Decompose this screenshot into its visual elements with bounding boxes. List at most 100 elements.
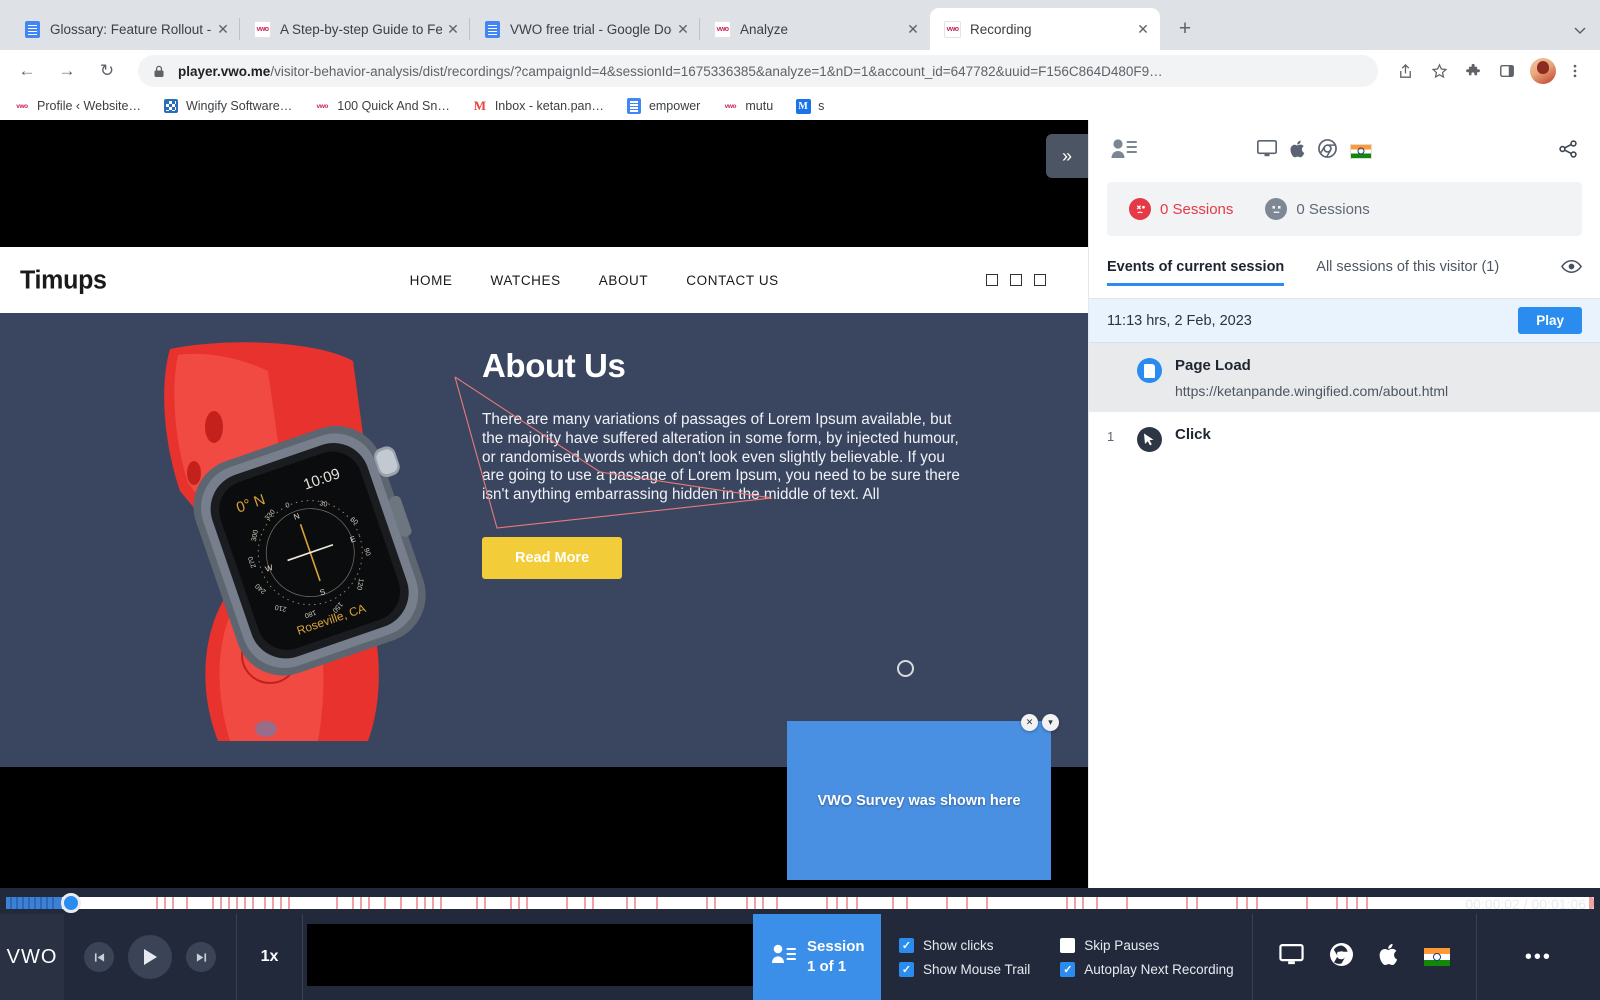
kebab-menu-icon[interactable]: [1560, 56, 1590, 86]
bookmark-label: mutu: [745, 99, 774, 113]
checkbox-checked-icon[interactable]: ✓: [1060, 961, 1076, 977]
vwo-survey-placeholder[interactable]: ✕ ▾ VWO Survey was shown here: [787, 714, 1059, 880]
event-body: Page Load https://ketanpande.wingified.c…: [1175, 357, 1448, 399]
vwo-icon: vwo: [714, 20, 731, 38]
option-label: Skip Pauses: [1084, 937, 1160, 953]
browser-tab-1[interactable]: vwo A Step-by-step Guide to Featu ✕: [239, 8, 470, 50]
dead-click-face-icon: [1265, 198, 1288, 220]
checkbox-unchecked-icon[interactable]: [1060, 937, 1076, 953]
reload-icon[interactable]: ↻: [90, 54, 124, 88]
playback-cursor-icon: [897, 660, 914, 677]
vwo-logo: VWO: [0, 914, 64, 1000]
bookmark-star-icon[interactable]: [1424, 56, 1454, 86]
option-show-clicks[interactable]: ✓ Show clicks: [899, 937, 1030, 953]
missing-glyph-icon[interactable]: [1034, 274, 1046, 286]
timeline-handle[interactable]: [61, 893, 81, 913]
tab-events-current-session[interactable]: Events of current session: [1107, 259, 1290, 286]
new-tab-button[interactable]: +: [1170, 14, 1200, 44]
session-play-button[interactable]: Play: [1518, 307, 1582, 334]
apple-icon[interactable]: [1379, 943, 1398, 971]
close-icon[interactable]: ✕: [1132, 18, 1154, 40]
missing-glyph-icon[interactable]: [1010, 274, 1022, 286]
vwo-icon: vwo: [254, 20, 271, 38]
site-hero: 0° N 10:09 N E S W 0 30 60 90 120 150 18…: [0, 313, 1088, 767]
option-autoplay-next-recording[interactable]: ✓ Autoplay Next Recording: [1060, 961, 1234, 977]
option-show-mouse-trail[interactable]: ✓ Show Mouse Trail: [899, 961, 1030, 977]
session-details-sidebar: 0 Sessions 0 Sessions Events of current …: [1088, 120, 1600, 888]
session-visitor-icon: [771, 942, 797, 973]
site-nav-home[interactable]: HOME: [410, 273, 453, 288]
option-skip-pauses[interactable]: Skip Pauses: [1060, 937, 1233, 953]
event-title: Page Load: [1175, 357, 1251, 374]
india-flag-icon[interactable]: [1423, 948, 1450, 966]
event-number: 1: [1107, 429, 1115, 444]
tab-all-sessions[interactable]: All sessions of this visitor (1): [1316, 259, 1505, 286]
site-nav-about[interactable]: ABOUT: [599, 273, 649, 288]
browser-toolbar: ← → ↻ player.vwo.me/visitor-behavior-ana…: [0, 50, 1600, 92]
checkbox-checked-icon[interactable]: ✓: [899, 961, 914, 977]
chevron-down-icon[interactable]: [1572, 22, 1588, 38]
browser-tab-2[interactable]: VWO free trial - Google Docs ✕: [469, 8, 700, 50]
bookmark-item[interactable]: M Inbox - ketan.pan…: [472, 98, 604, 114]
checkbox-checked-icon[interactable]: ✓: [899, 937, 914, 953]
browser-tab-0[interactable]: Glossary: Feature Rollout - Go ✕: [10, 8, 240, 50]
browser-tab-4[interactable]: vwo Recording ✕: [930, 8, 1160, 50]
chrome-icon[interactable]: [1329, 943, 1353, 971]
player-options: ✓ Show clicks ✓ Show Mouse Trail Skip Pa…: [881, 914, 1253, 1000]
site-nav-contact[interactable]: CONTACT US: [686, 273, 779, 288]
eye-icon[interactable]: [1561, 259, 1582, 289]
site-nav-watches[interactable]: WATCHES: [491, 273, 561, 288]
chevron-down-icon[interactable]: ▾: [1042, 714, 1059, 731]
close-icon[interactable]: ✕: [212, 18, 234, 40]
more-options-button[interactable]: •••: [1477, 914, 1600, 1000]
visitor-profile-icon[interactable]: [1111, 137, 1137, 166]
wingify-icon: [163, 98, 179, 114]
read-more-button[interactable]: Read More: [482, 537, 623, 580]
bookmark-item[interactable]: M s: [795, 98, 824, 114]
browser-tab-3[interactable]: vwo Analyze ✕: [699, 8, 930, 50]
timeline-event-ticks: [6, 897, 1594, 909]
close-icon[interactable]: ✕: [442, 18, 464, 40]
extensions-puzzle-icon[interactable]: [1458, 56, 1488, 86]
page-load-icon: [1134, 357, 1164, 399]
bookmark-item[interactable]: vwo 100 Quick And Sn…: [314, 98, 450, 114]
url-path: /visitor-behavior-analysis/dist/recordin…: [270, 63, 1163, 79]
sidebar-header: [1089, 120, 1600, 182]
back-icon[interactable]: ←: [10, 54, 44, 88]
rage-clicks-stat: 0 Sessions: [1129, 198, 1233, 220]
bookmark-item[interactable]: Wingify Software…: [163, 98, 292, 114]
profile-avatar[interactable]: [1530, 58, 1556, 84]
session-counter[interactable]: Session 1 of 1: [753, 914, 881, 1000]
event-row-page-load[interactable]: Page Load https://ketanpande.wingified.c…: [1089, 343, 1600, 412]
session-timestamp: 11:13 hrs, 2 Feb, 2023: [1107, 312, 1252, 329]
about-heading: About Us: [482, 347, 626, 384]
play-button[interactable]: [128, 935, 172, 979]
missing-glyph-icon[interactable]: [986, 274, 998, 286]
bookmark-item[interactable]: vwo mutu: [722, 98, 774, 114]
timeline-area: 00:00:02 / 00:01:06: [0, 888, 1600, 914]
bookmark-label: Inbox - ketan.pan…: [494, 99, 604, 113]
close-icon[interactable]: ✕: [1021, 714, 1038, 731]
event-row-click[interactable]: 1 Click: [1089, 412, 1600, 465]
expand-panel-button[interactable]: »: [1046, 134, 1088, 178]
close-icon[interactable]: ✕: [902, 18, 924, 40]
playback-speed-button[interactable]: 1x: [237, 914, 303, 1000]
site-brand: Timups: [20, 264, 107, 295]
desktop-icon[interactable]: [1278, 944, 1304, 970]
watch-product-image: 0° N 10:09 N E S W 0 30 60 90 120 150 18…: [118, 331, 448, 741]
share-icon[interactable]: [1390, 56, 1420, 86]
chrome-icon: [1318, 139, 1337, 163]
bookmark-item[interactable]: empower: [626, 98, 700, 114]
next-button[interactable]: [186, 942, 216, 972]
options-column-2: Skip Pauses ✓ Autoplay Next Recording: [1060, 937, 1234, 977]
bookmark-item[interactable]: vwo Profile ‹ Website…: [14, 98, 141, 114]
previous-button[interactable]: [84, 942, 114, 972]
sidepanel-icon[interactable]: [1492, 56, 1522, 86]
forward-icon[interactable]: →: [50, 54, 84, 88]
vwo-icon: vwo: [724, 102, 737, 110]
address-bar[interactable]: player.vwo.me/visitor-behavior-analysis/…: [138, 55, 1378, 87]
timeline-scrubber[interactable]: [6, 893, 1594, 913]
close-icon[interactable]: ✕: [672, 18, 694, 40]
share-icon[interactable]: [1558, 139, 1578, 164]
app-root: Glossary: Feature Rollout - Go ✕ vwo A S…: [0, 0, 1600, 1000]
